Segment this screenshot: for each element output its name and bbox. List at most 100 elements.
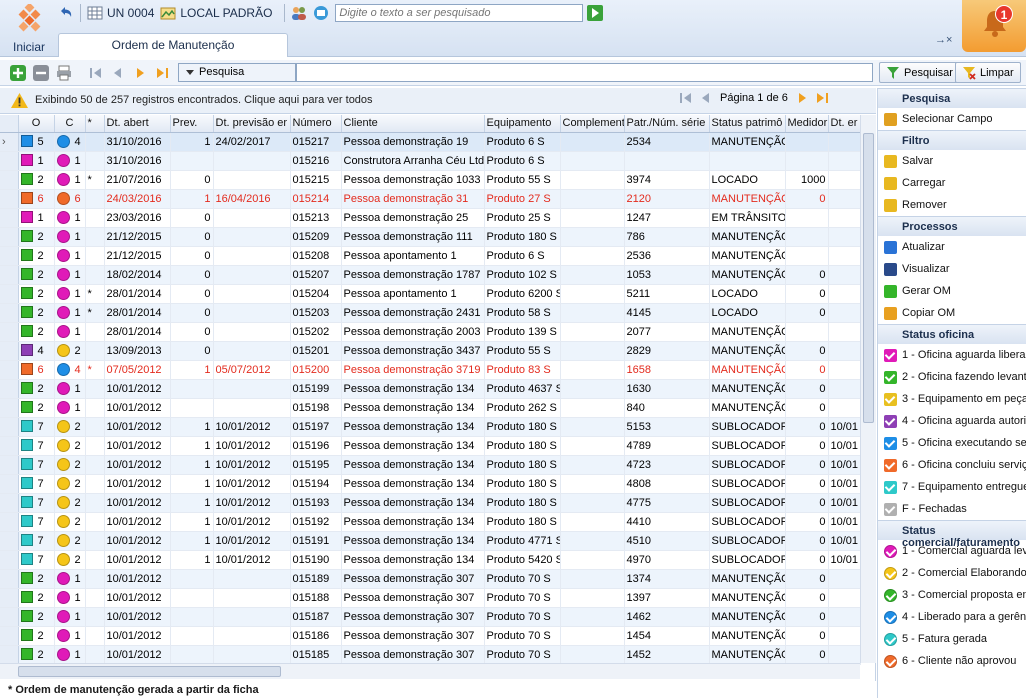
panel-item[interactable]: Carregar (878, 172, 1026, 194)
panel-item[interactable]: 3 - Equipamento em peças (878, 388, 1026, 410)
column-header[interactable]: Dt. er (828, 115, 861, 133)
global-search-input[interactable] (335, 4, 584, 22)
panel-item[interactable]: Selecionar Campo (878, 108, 1026, 130)
column-header[interactable]: * (85, 115, 105, 133)
pager-next-icon[interactable] (796, 92, 808, 104)
row-selector[interactable] (0, 284, 19, 304)
unit-selector[interactable]: UN 0004 (87, 5, 154, 21)
clear-button[interactable]: Limpar (955, 62, 1021, 83)
table-row[interactable]: 2 1 21/12/2015 0 015209 Pessoa demonstração 1… (0, 227, 861, 247)
table-row[interactable]: 7 2 10/01/2012 1 10/01/2012 015194 Pessoa demo… (0, 474, 861, 494)
row-selector[interactable] (0, 341, 19, 361)
add-icon[interactable] (10, 65, 26, 81)
message-icon[interactable] (313, 5, 329, 21)
column-header[interactable]: Prev. (170, 115, 214, 133)
table-row[interactable]: 2 1 18/02/2014 0 015207 Pessoa demonstração 1… (0, 265, 861, 285)
start-button[interactable]: Iniciar (4, 2, 54, 55)
row-selector[interactable] (0, 189, 19, 209)
panel-item[interactable]: F - Fechadas (878, 498, 1026, 520)
row-selector[interactable] (0, 170, 19, 190)
column-header[interactable]: Cliente (341, 115, 485, 133)
column-header[interactable]: Medidor (785, 115, 829, 133)
table-row[interactable]: 2 1 21/12/2015 0 015208 Pessoa apontamento 1 P… (0, 246, 861, 266)
table-row[interactable]: 2 1 10/01/2012 015189 Pessoa demonstração 30… (0, 569, 861, 589)
row-selector[interactable] (0, 436, 19, 456)
table-row[interactable]: 7 2 10/01/2012 1 10/01/2012 015190 Pessoa demo… (0, 550, 861, 570)
row-selector[interactable] (0, 208, 19, 228)
table-row[interactable]: 1 1 23/03/2016 0 015213 Pessoa demonstração 2… (0, 208, 861, 228)
column-header[interactable]: Status patrimô (709, 115, 786, 133)
column-header[interactable]: C (54, 115, 86, 133)
table-row[interactable]: 2 1 10/01/2012 015188 Pessoa demonstração 30… (0, 588, 861, 608)
row-selector[interactable] (0, 607, 19, 627)
table-row[interactable]: 2 1 10/01/2012 015186 Pessoa demonstração 30… (0, 626, 861, 646)
row-selector[interactable]: › (0, 132, 19, 152)
row-selector-header[interactable] (0, 115, 19, 133)
panel-item[interactable]: 2 - Oficina fazendo levantamento (878, 366, 1026, 388)
notifications-button[interactable]: 1 (962, 0, 1026, 52)
panel-item[interactable]: 3 - Comercial proposta enviada (878, 584, 1026, 606)
row-selector[interactable] (0, 417, 19, 437)
pin-close-icon[interactable]: →× (935, 34, 952, 46)
panel-item[interactable]: 1 - Oficina aguarda liberação (878, 344, 1026, 366)
table-row[interactable]: 2 1 10/01/2012 015187 Pessoa demonstração 30… (0, 607, 861, 627)
location-selector[interactable]: LOCAL PADRÃO (160, 5, 272, 21)
row-selector[interactable] (0, 455, 19, 475)
row-selector[interactable] (0, 360, 19, 380)
panel-item[interactable]: Copiar OM (878, 302, 1026, 324)
table-row[interactable]: 2 1 10/01/2012 015199 Pessoa demonstração 13… (0, 379, 861, 399)
search-button[interactable]: Pesquisar (879, 62, 960, 83)
undo-icon[interactable] (58, 5, 74, 21)
next-page-icon[interactable] (132, 65, 148, 81)
records-info-link[interactable]: Exibindo 50 de 257 registros encontrados… (35, 94, 373, 106)
row-selector[interactable] (0, 550, 19, 570)
row-selector[interactable] (0, 322, 19, 342)
table-row[interactable]: 7 2 10/01/2012 1 10/01/2012 015195 Pessoa demo… (0, 455, 861, 475)
table-row[interactable]: 2 1 * 21/07/2016 0 015215 Pessoa demonstração … (0, 170, 861, 190)
row-selector[interactable] (0, 379, 19, 399)
vertical-scroll-thumb[interactable] (863, 133, 874, 423)
panel-item[interactable]: Remover (878, 194, 1026, 216)
column-header[interactable]: Dt. previsão er (213, 115, 291, 133)
table-row[interactable]: 2 1 10/01/2012 015198 Pessoa demonstração 13… (0, 398, 861, 418)
panel-item[interactable]: Visualizar (878, 258, 1026, 280)
horizontal-scrollbar[interactable] (0, 663, 860, 679)
table-row[interactable]: 2 1 10/01/2012 015185 Pessoa demonstração 30… (0, 645, 861, 665)
table-row[interactable]: 7 2 10/01/2012 1 10/01/2012 015192 Pessoa demo… (0, 512, 861, 532)
row-selector[interactable] (0, 512, 19, 532)
last-page-icon[interactable] (154, 65, 170, 81)
panel-item[interactable]: 4 - Liberado para a gerência (878, 606, 1026, 628)
row-selector[interactable] (0, 246, 19, 266)
table-row[interactable]: 2 1 * 28/01/2014 0 015204 Pessoa apontamento 1… (0, 284, 861, 304)
first-page-icon[interactable] (88, 65, 104, 81)
panel-item[interactable]: 6 - Oficina concluiu serviço (878, 454, 1026, 476)
search-go-button[interactable] (587, 5, 604, 21)
pager-last-icon[interactable] (816, 92, 828, 104)
pager-first-icon[interactable] (680, 92, 692, 104)
table-row[interactable]: 1 1 31/10/2016 015216 Construtora Arranha Cé… (0, 151, 861, 171)
column-header[interactable]: Dt. abert (104, 115, 171, 133)
table-row[interactable]: 7 2 10/01/2012 1 10/01/2012 015197 Pessoa demo… (0, 417, 861, 437)
panel-item[interactable]: Atualizar (878, 236, 1026, 258)
panel-item[interactable]: 6 - Cliente não aprovou (878, 650, 1026, 672)
remove-icon[interactable] (33, 65, 49, 81)
prev-page-icon[interactable] (110, 65, 126, 81)
filter-input[interactable] (296, 63, 873, 82)
panel-item[interactable]: Gerar OM (878, 280, 1026, 302)
table-row[interactable]: 6 6 24/03/2016 1 16/04/2016 015214 Pessoa demo… (0, 189, 861, 209)
vertical-scrollbar[interactable] (860, 115, 876, 663)
horizontal-scroll-thumb[interactable] (18, 666, 281, 677)
table-row[interactable]: 4 2 13/09/2013 0 015201 Pessoa demonstração 3… (0, 341, 861, 361)
table-row[interactable]: › 5 4 31/10/2016 1 24/02/2017 015217 Pessoa dem… (0, 132, 861, 152)
row-selector[interactable] (0, 265, 19, 285)
column-header[interactable]: Equipamento (484, 115, 561, 133)
row-selector[interactable] (0, 227, 19, 247)
row-selector[interactable] (0, 151, 19, 171)
table-row[interactable]: 6 4 * 07/05/2012 1 05/07/2012 015200 Pessoa dem… (0, 360, 861, 380)
table-row[interactable]: 2 1 28/01/2014 0 015202 Pessoa demonstração 2… (0, 322, 861, 342)
users-icon[interactable] (291, 5, 307, 21)
row-selector[interactable] (0, 626, 19, 646)
row-selector[interactable] (0, 398, 19, 418)
column-header[interactable]: O (18, 115, 55, 133)
pager-prev-icon[interactable] (700, 92, 712, 104)
